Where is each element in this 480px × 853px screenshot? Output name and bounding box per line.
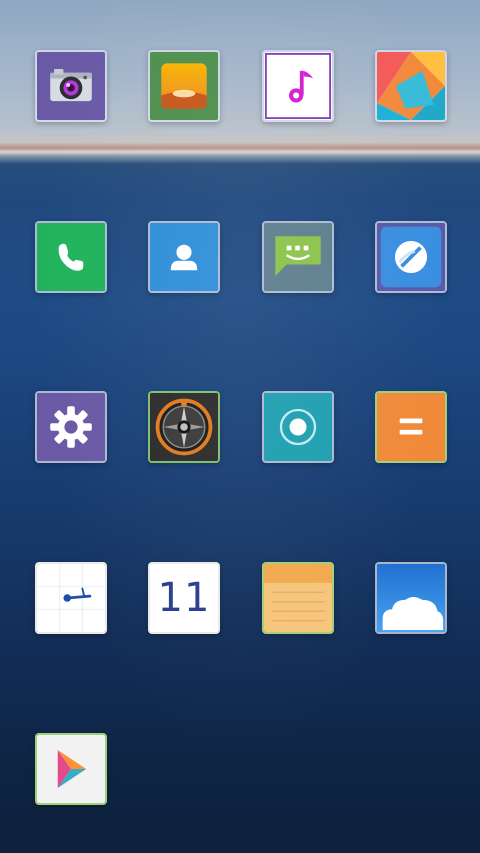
- browser-label: Browser: [377, 291, 378, 292]
- phone-icon: [37, 223, 105, 291]
- calculator-label: Calculator: [377, 461, 378, 462]
- record-icon: [264, 393, 332, 461]
- notes-label: Notes: [264, 632, 265, 633]
- gallery-label: Gallery: [150, 120, 151, 121]
- contacts-app-icon[interactable]: Contacts: [148, 221, 220, 293]
- messages-label: Messages: [264, 291, 265, 292]
- calculator-app-icon[interactable]: Calculator: [375, 391, 447, 463]
- cloud-icon: [377, 564, 445, 632]
- compass-icon: [150, 393, 218, 461]
- recorder-app-icon[interactable]: Recorder: [262, 391, 334, 463]
- notes-app-icon[interactable]: Notes: [262, 562, 334, 634]
- camera-icon: [37, 52, 105, 120]
- person-icon: [150, 223, 218, 291]
- weather-label: Weather: [377, 632, 378, 633]
- equals-icon: [377, 393, 445, 461]
- play-store-icon: [37, 735, 105, 803]
- home-screen: Camera Gallery Music: [0, 0, 480, 853]
- recorder-label: Recorder: [264, 461, 265, 462]
- settings-label: Settings: [37, 461, 38, 462]
- contacts-label: Contacts: [150, 291, 151, 292]
- browser-icon: [377, 223, 445, 291]
- calendar-date-text: 11: [157, 575, 211, 621]
- gear-icon: [37, 393, 105, 461]
- phone-app-icon[interactable]: Phone: [35, 221, 107, 293]
- camera-label: Camera: [37, 120, 38, 121]
- themes-icon: [377, 52, 445, 120]
- messages-app-icon[interactable]: Messages: [262, 221, 334, 293]
- gallery-icon: [150, 52, 218, 120]
- compass-app-icon[interactable]: Compass: [148, 391, 220, 463]
- themes-label: Themes: [377, 120, 378, 121]
- phone-label: Phone: [37, 291, 38, 292]
- music-note-icon: [264, 52, 332, 120]
- weather-app-icon[interactable]: Weather: [375, 562, 447, 634]
- play-store-label: Play Store: [37, 803, 38, 804]
- message-icon: [264, 223, 332, 291]
- camera-app-icon[interactable]: Camera: [35, 50, 107, 122]
- themes-app-icon[interactable]: Themes: [375, 50, 447, 122]
- clock-icon: [37, 564, 105, 632]
- settings-app-icon[interactable]: Settings: [35, 391, 107, 463]
- clock-label: Clock: [37, 632, 38, 633]
- music-app-icon[interactable]: Music: [262, 50, 334, 122]
- compass-label: Compass: [150, 461, 151, 462]
- gallery-app-icon[interactable]: Gallery: [148, 50, 220, 122]
- browser-app-icon[interactable]: Browser: [375, 221, 447, 293]
- music-label: Music: [264, 120, 265, 121]
- notes-icon: [264, 564, 332, 632]
- play-store-app-icon[interactable]: Play Store: [35, 733, 107, 805]
- calendar-app-icon[interactable]: 11 Calendar: [148, 562, 220, 634]
- clock-app-icon[interactable]: Clock: [35, 562, 107, 634]
